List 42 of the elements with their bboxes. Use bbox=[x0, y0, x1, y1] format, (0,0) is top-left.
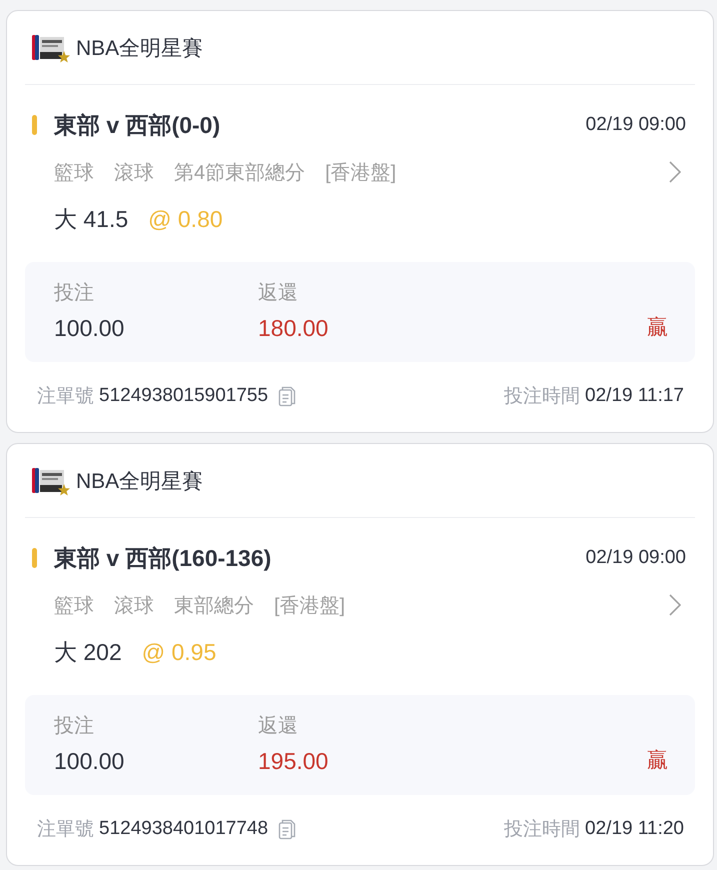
chevron-right-icon[interactable] bbox=[669, 161, 681, 183]
ticket-number: 5124938015901755 bbox=[99, 385, 268, 407]
accent-marker-icon bbox=[32, 115, 37, 135]
accent-marker-icon bbox=[32, 548, 37, 568]
match-title: 東部 v 西部(0-0) bbox=[54, 110, 220, 140]
bet-detail-text: [香港盤] bbox=[325, 160, 396, 186]
placed-time: 02/19 11:20 bbox=[585, 818, 684, 840]
copy-icon[interactable] bbox=[278, 818, 296, 840]
stake-amount: 100.00 bbox=[54, 747, 126, 776]
match-time: 02/19 09:00 bbox=[586, 547, 686, 569]
bet-detail-text: 籃球 bbox=[54, 594, 94, 618]
result-text: 贏 bbox=[647, 748, 668, 774]
ticket-number: 5124938401017748 bbox=[99, 818, 268, 840]
placed-time-label: 投注時間 bbox=[504, 818, 580, 842]
bet-detail-text: 籃球 bbox=[54, 160, 94, 186]
bet-detail-text: 滾球 bbox=[114, 160, 154, 186]
bet-detail-text: 滾球 bbox=[114, 594, 154, 618]
odds-value: @ 0.95 bbox=[142, 638, 216, 666]
bet-detail-text: 第4節東部總分 bbox=[174, 160, 306, 186]
match-time: 02/19 09:00 bbox=[586, 114, 686, 136]
return-label: 返還 bbox=[258, 281, 299, 306]
ticket-label: 注單號 bbox=[37, 385, 94, 409]
stake-amount: 100.00 bbox=[54, 314, 126, 343]
odds-value: @ 0.80 bbox=[148, 206, 223, 232]
stake-label: 投注 bbox=[54, 714, 95, 739]
return-label: 返還 bbox=[258, 714, 299, 739]
placed-time: 02/19 11:17 bbox=[585, 385, 684, 407]
stake-label: 投注 bbox=[54, 281, 95, 306]
chevron-right-icon[interactable] bbox=[669, 594, 681, 616]
league-title: NBA全明星賽 bbox=[76, 36, 204, 62]
selection-text: 大 41.5 bbox=[54, 204, 128, 234]
selection-text: 大 202 bbox=[54, 638, 122, 666]
bet-detail-text: 東部總分 bbox=[174, 594, 254, 618]
match-title: 東部 v 西部(160-136) bbox=[54, 544, 272, 573]
ticket-label: 注單號 bbox=[37, 818, 94, 842]
bet-detail-text: [香港盤] bbox=[274, 594, 346, 618]
return-amount: 180.00 bbox=[258, 314, 330, 343]
placed-time-label: 投注時間 bbox=[504, 385, 580, 409]
return-amount: 195.00 bbox=[258, 747, 330, 776]
copy-icon[interactable] bbox=[278, 386, 296, 406]
result-text: 贏 bbox=[647, 315, 668, 341]
league-title: NBA全明星賽 bbox=[76, 468, 204, 494]
